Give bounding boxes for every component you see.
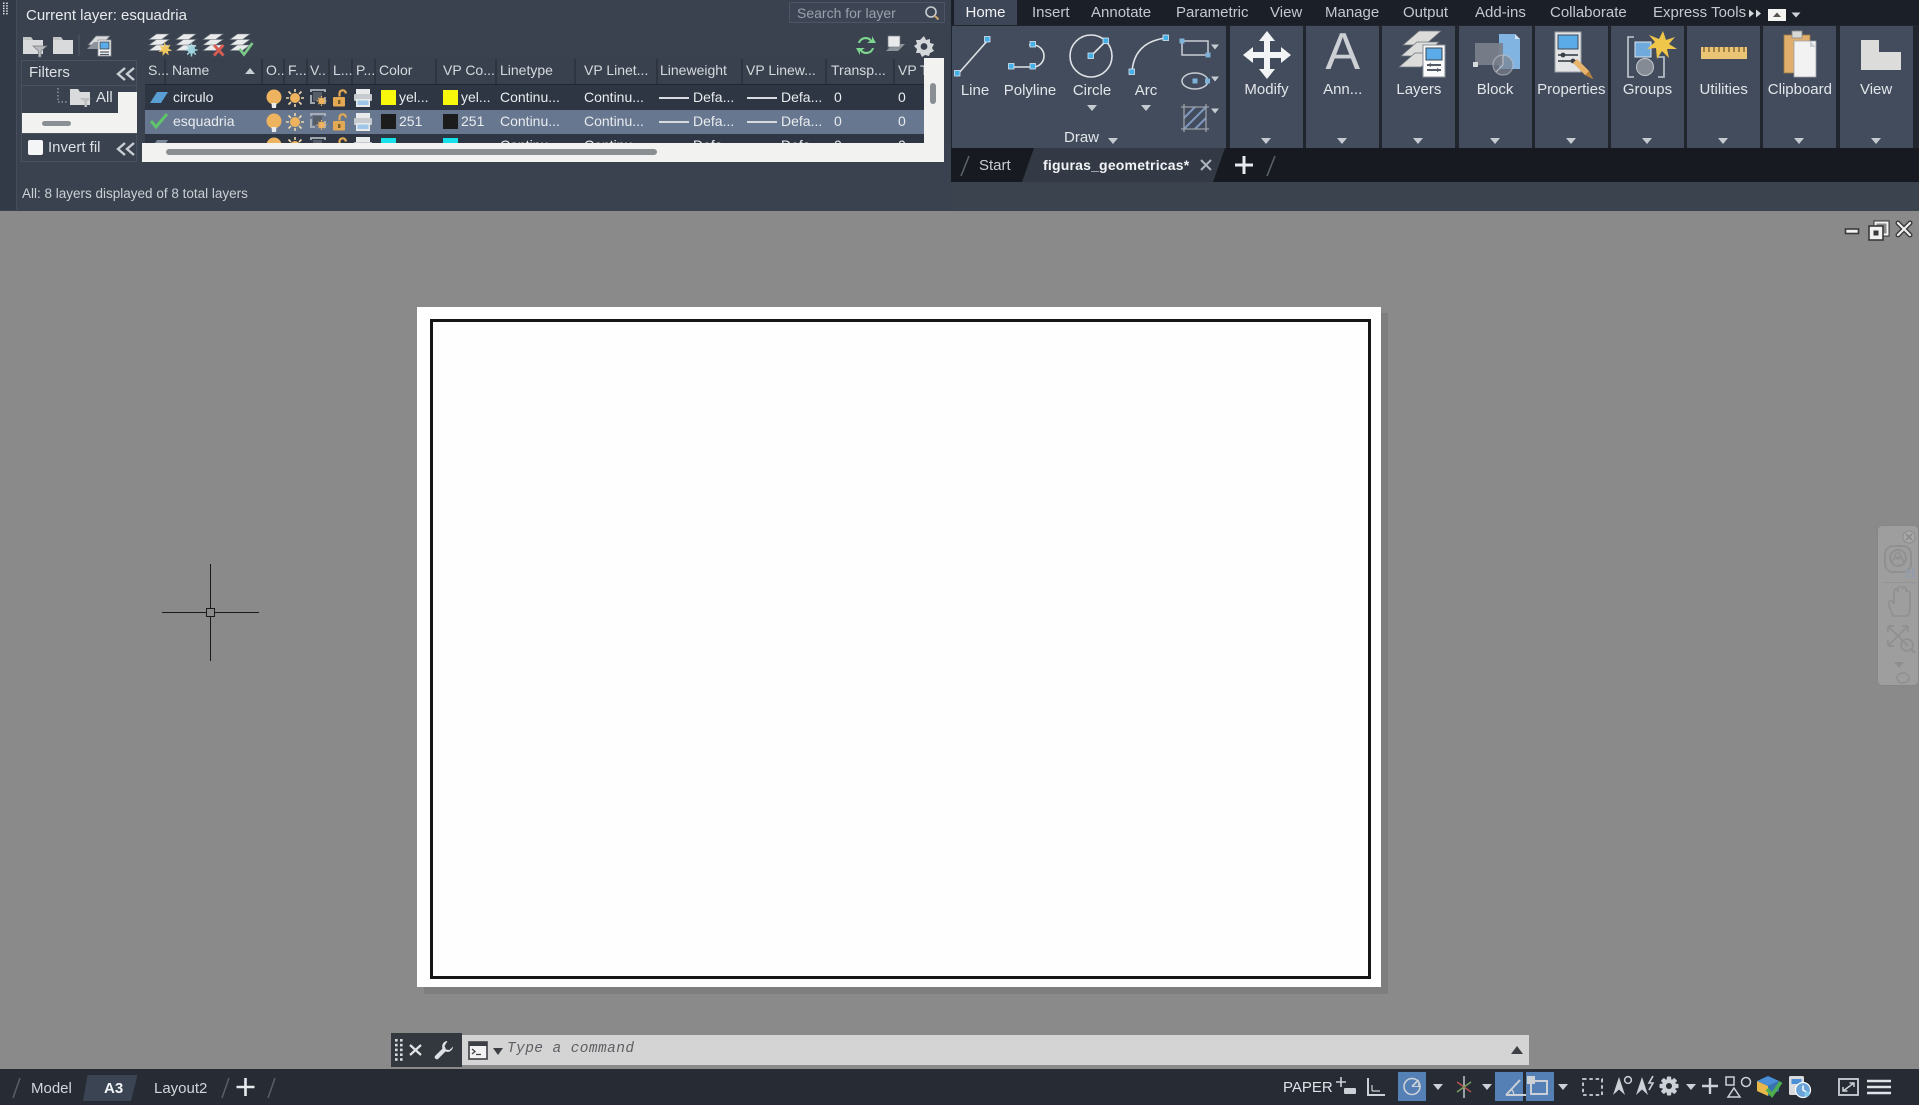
svg-text:2D: 2D (1905, 568, 1915, 580)
